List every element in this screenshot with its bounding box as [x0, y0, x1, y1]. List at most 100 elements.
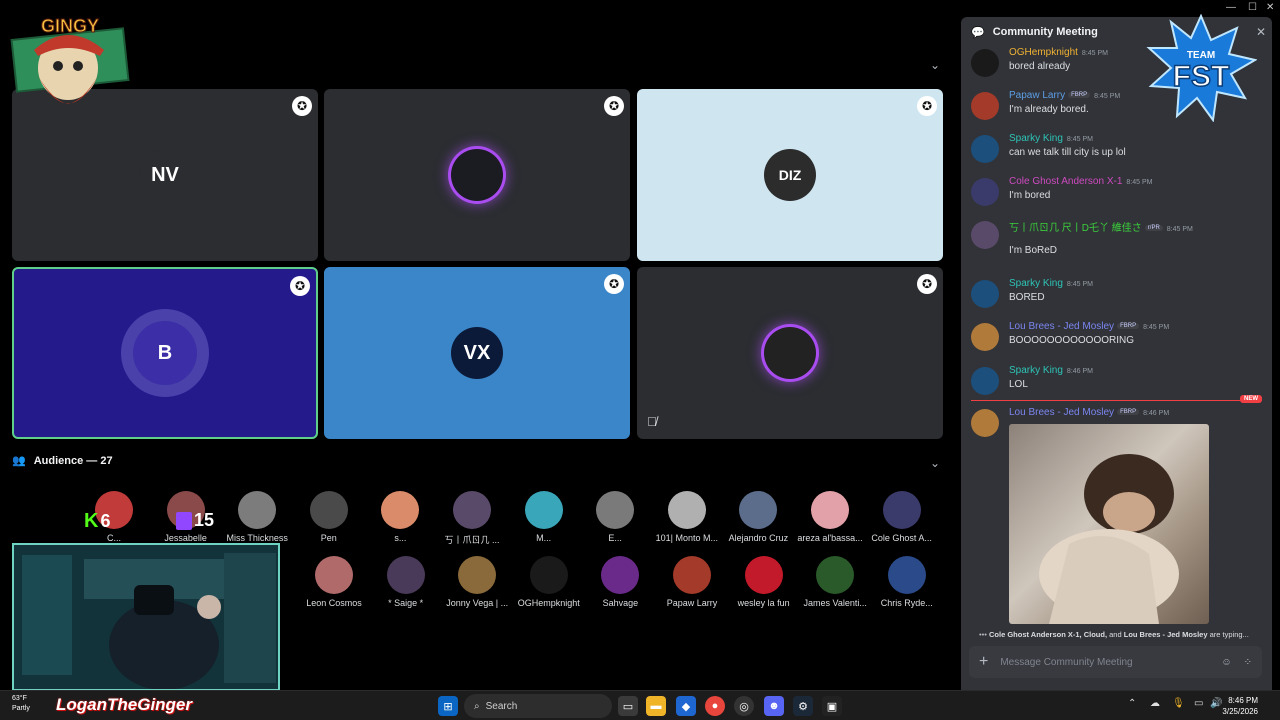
avatar — [381, 491, 420, 529]
stage-speaker-tile-6[interactable]: ✪ 🎙̸ — [637, 267, 943, 439]
audience-member[interactable]: wesley la fun — [728, 556, 800, 608]
twitch-viewer-count: 15 — [176, 510, 214, 531]
avatar — [315, 556, 353, 594]
audience-member[interactable]: M... — [508, 491, 580, 543]
audience-member[interactable]: 101| Monto M... — [651, 491, 723, 543]
avatar[interactable] — [971, 49, 999, 77]
display-tray-icon[interactable]: ▭ — [1194, 698, 1203, 709]
audience-member[interactable]: Alejandro Cruz — [722, 491, 794, 543]
audience-name: E... — [608, 533, 622, 543]
speaker-avatar: B — [133, 321, 197, 385]
avatar — [887, 556, 926, 594]
message-author[interactable]: Sparky King 8:46 PM — [1009, 365, 1093, 376]
stage-speaker-tile-3[interactable]: ✪ DIZ — [637, 89, 943, 261]
add-attachment-icon[interactable]: + — [979, 653, 988, 671]
avatar[interactable] — [971, 367, 999, 395]
audience-member[interactable]: Leon Cosmos — [298, 556, 370, 608]
moderator-badge-icon: ✪ — [604, 96, 624, 116]
avatar — [529, 556, 568, 594]
taskbar-search[interactable]: ⌕ Search — [464, 694, 612, 718]
avatar[interactable] — [971, 135, 999, 163]
audience-name: 101| Monto M... — [655, 533, 718, 543]
store-icon[interactable]: ◆ — [676, 696, 696, 716]
task-view-icon[interactable]: ▭ — [618, 696, 638, 716]
server-tag: FBRP — [1068, 92, 1091, 99]
stage-speaker-tile-2[interactable]: ✪ — [324, 89, 630, 261]
audience-member[interactable]: areza al'bassa... — [794, 491, 866, 543]
chrome-icon[interactable]: ● — [705, 696, 725, 716]
audience-name: wesley la fun — [737, 598, 790, 608]
message-author[interactable]: Lou Brees - Jed Mosley FBRP 8:46 PM — [1009, 407, 1169, 418]
avatar[interactable] — [971, 178, 999, 206]
weather-widget[interactable]: 63°F Partly — [12, 694, 30, 714]
avatar[interactable] — [971, 409, 999, 437]
obs-icon[interactable]: ◎ — [734, 696, 754, 716]
speaker-avatar: DIZ — [764, 149, 816, 201]
audience-header: 👥 Audience — 27 — [12, 454, 113, 468]
message-author[interactable]: Sparky King 8:45 PM — [1009, 133, 1093, 144]
audience-member[interactable]: Cole Ghost A... — [866, 491, 938, 543]
audience-member[interactable]: Papaw Larry — [656, 556, 728, 608]
audience-member[interactable]: * Saige * — [370, 556, 442, 608]
audience-name: * Saige * — [388, 598, 424, 608]
audience-collapse-icon[interactable]: ⌄ — [930, 456, 940, 470]
audience-name: Miss Thickness — [226, 533, 288, 543]
volume-icon[interactable]: 🔊 — [1210, 698, 1222, 709]
audience-member[interactable]: Pen — [293, 491, 365, 543]
epic-games-icon[interactable]: ▣ — [822, 696, 842, 716]
message-author[interactable]: Papaw Larry FBRP 8:45 PM — [1009, 90, 1120, 101]
avatar[interactable] — [971, 323, 999, 351]
start-button[interactable]: ⊞ — [438, 696, 458, 716]
file-explorer-icon[interactable]: ▬ — [646, 696, 666, 716]
audience-name: s... — [394, 533, 407, 543]
moderator-badge-icon: ✪ — [290, 276, 310, 296]
avatar[interactable] — [971, 280, 999, 308]
avatar — [816, 556, 855, 594]
audience-member[interactable]: Jonny Vega | ... — [441, 556, 513, 608]
audience-member[interactable]: 丂丨爪ㄖ几 ... — [436, 491, 508, 546]
close-icon[interactable]: ✕ — [1256, 25, 1266, 39]
mic-tray-icon[interactable]: 🎙 — [1172, 698, 1185, 709]
apps-icon[interactable]: ⁘ — [1244, 657, 1252, 668]
minimize-button[interactable]: — — [1226, 2, 1236, 13]
window-close-button[interactable]: ✕ — [1266, 2, 1274, 13]
audience-name: areza al'bassa... — [797, 533, 863, 543]
audience-name: Leon Cosmos — [306, 598, 362, 608]
avatar[interactable] — [971, 221, 999, 249]
muted-mic-icon: 🎙̸ — [647, 414, 657, 429]
stage-speaker-tile-4[interactable]: ✪ B — [12, 267, 318, 439]
audience-member[interactable]: Chris Ryde... — [871, 556, 943, 608]
new-badge: NEW — [1240, 395, 1262, 403]
message-composer[interactable]: + Message Community Meeting ☺ ⁘ — [969, 646, 1262, 678]
discord-icon[interactable]: ☻ — [764, 696, 784, 716]
steam-icon[interactable]: ⚙ — [793, 696, 813, 716]
message-input[interactable]: Message Community Meeting — [1000, 657, 1209, 668]
maximize-button[interactable]: ☐ — [1248, 2, 1257, 13]
audience-member[interactable]: Sahvage — [584, 556, 656, 608]
twitch-icon — [176, 511, 192, 530]
message-author[interactable]: Sparky King 8:45 PM — [1009, 278, 1093, 289]
message-author[interactable]: 丂丨爪ㄖ几 尺丨D乇丫 維佳さ r/PR 8:45 PM — [1009, 219, 1193, 234]
monkey-gif[interactable] — [1009, 424, 1209, 624]
chevron-down-icon[interactable]: ⌄ — [930, 58, 940, 72]
audience-member[interactable]: E... — [579, 491, 651, 543]
taskbar-clock[interactable]: 8:46 PM 3/25/2026 — [1222, 695, 1258, 717]
message-time: 8:45 PM — [1066, 136, 1093, 143]
audience-member[interactable]: James Valenti... — [799, 556, 871, 608]
emoji-icon[interactable]: ☺ — [1221, 657, 1231, 668]
avatar — [744, 556, 783, 594]
server-tag: FBRP — [1117, 409, 1140, 416]
stage-speaker-tile-5[interactable]: ✪ VX — [324, 267, 630, 439]
message-author[interactable]: Lou Brees - Jed Mosley FBRP 8:45 PM — [1009, 321, 1169, 332]
avatar — [458, 556, 497, 594]
audience-member[interactable]: Miss Thickness — [221, 491, 293, 543]
message-author[interactable]: OGHempknight 8:45 PM — [1009, 47, 1108, 58]
thread-icon: 💬 — [971, 26, 985, 39]
avatar[interactable] — [971, 92, 999, 120]
audience-member[interactable]: s... — [364, 491, 436, 543]
audience-member[interactable]: OGHempknight — [513, 556, 585, 608]
avatar — [811, 491, 849, 529]
network-tray-icon[interactable]: ☁ — [1150, 698, 1160, 709]
tray-overflow-icon[interactable]: ⌃ — [1128, 698, 1136, 709]
message-author[interactable]: Cole Ghost Anderson X-1 8:45 PM — [1009, 176, 1152, 187]
